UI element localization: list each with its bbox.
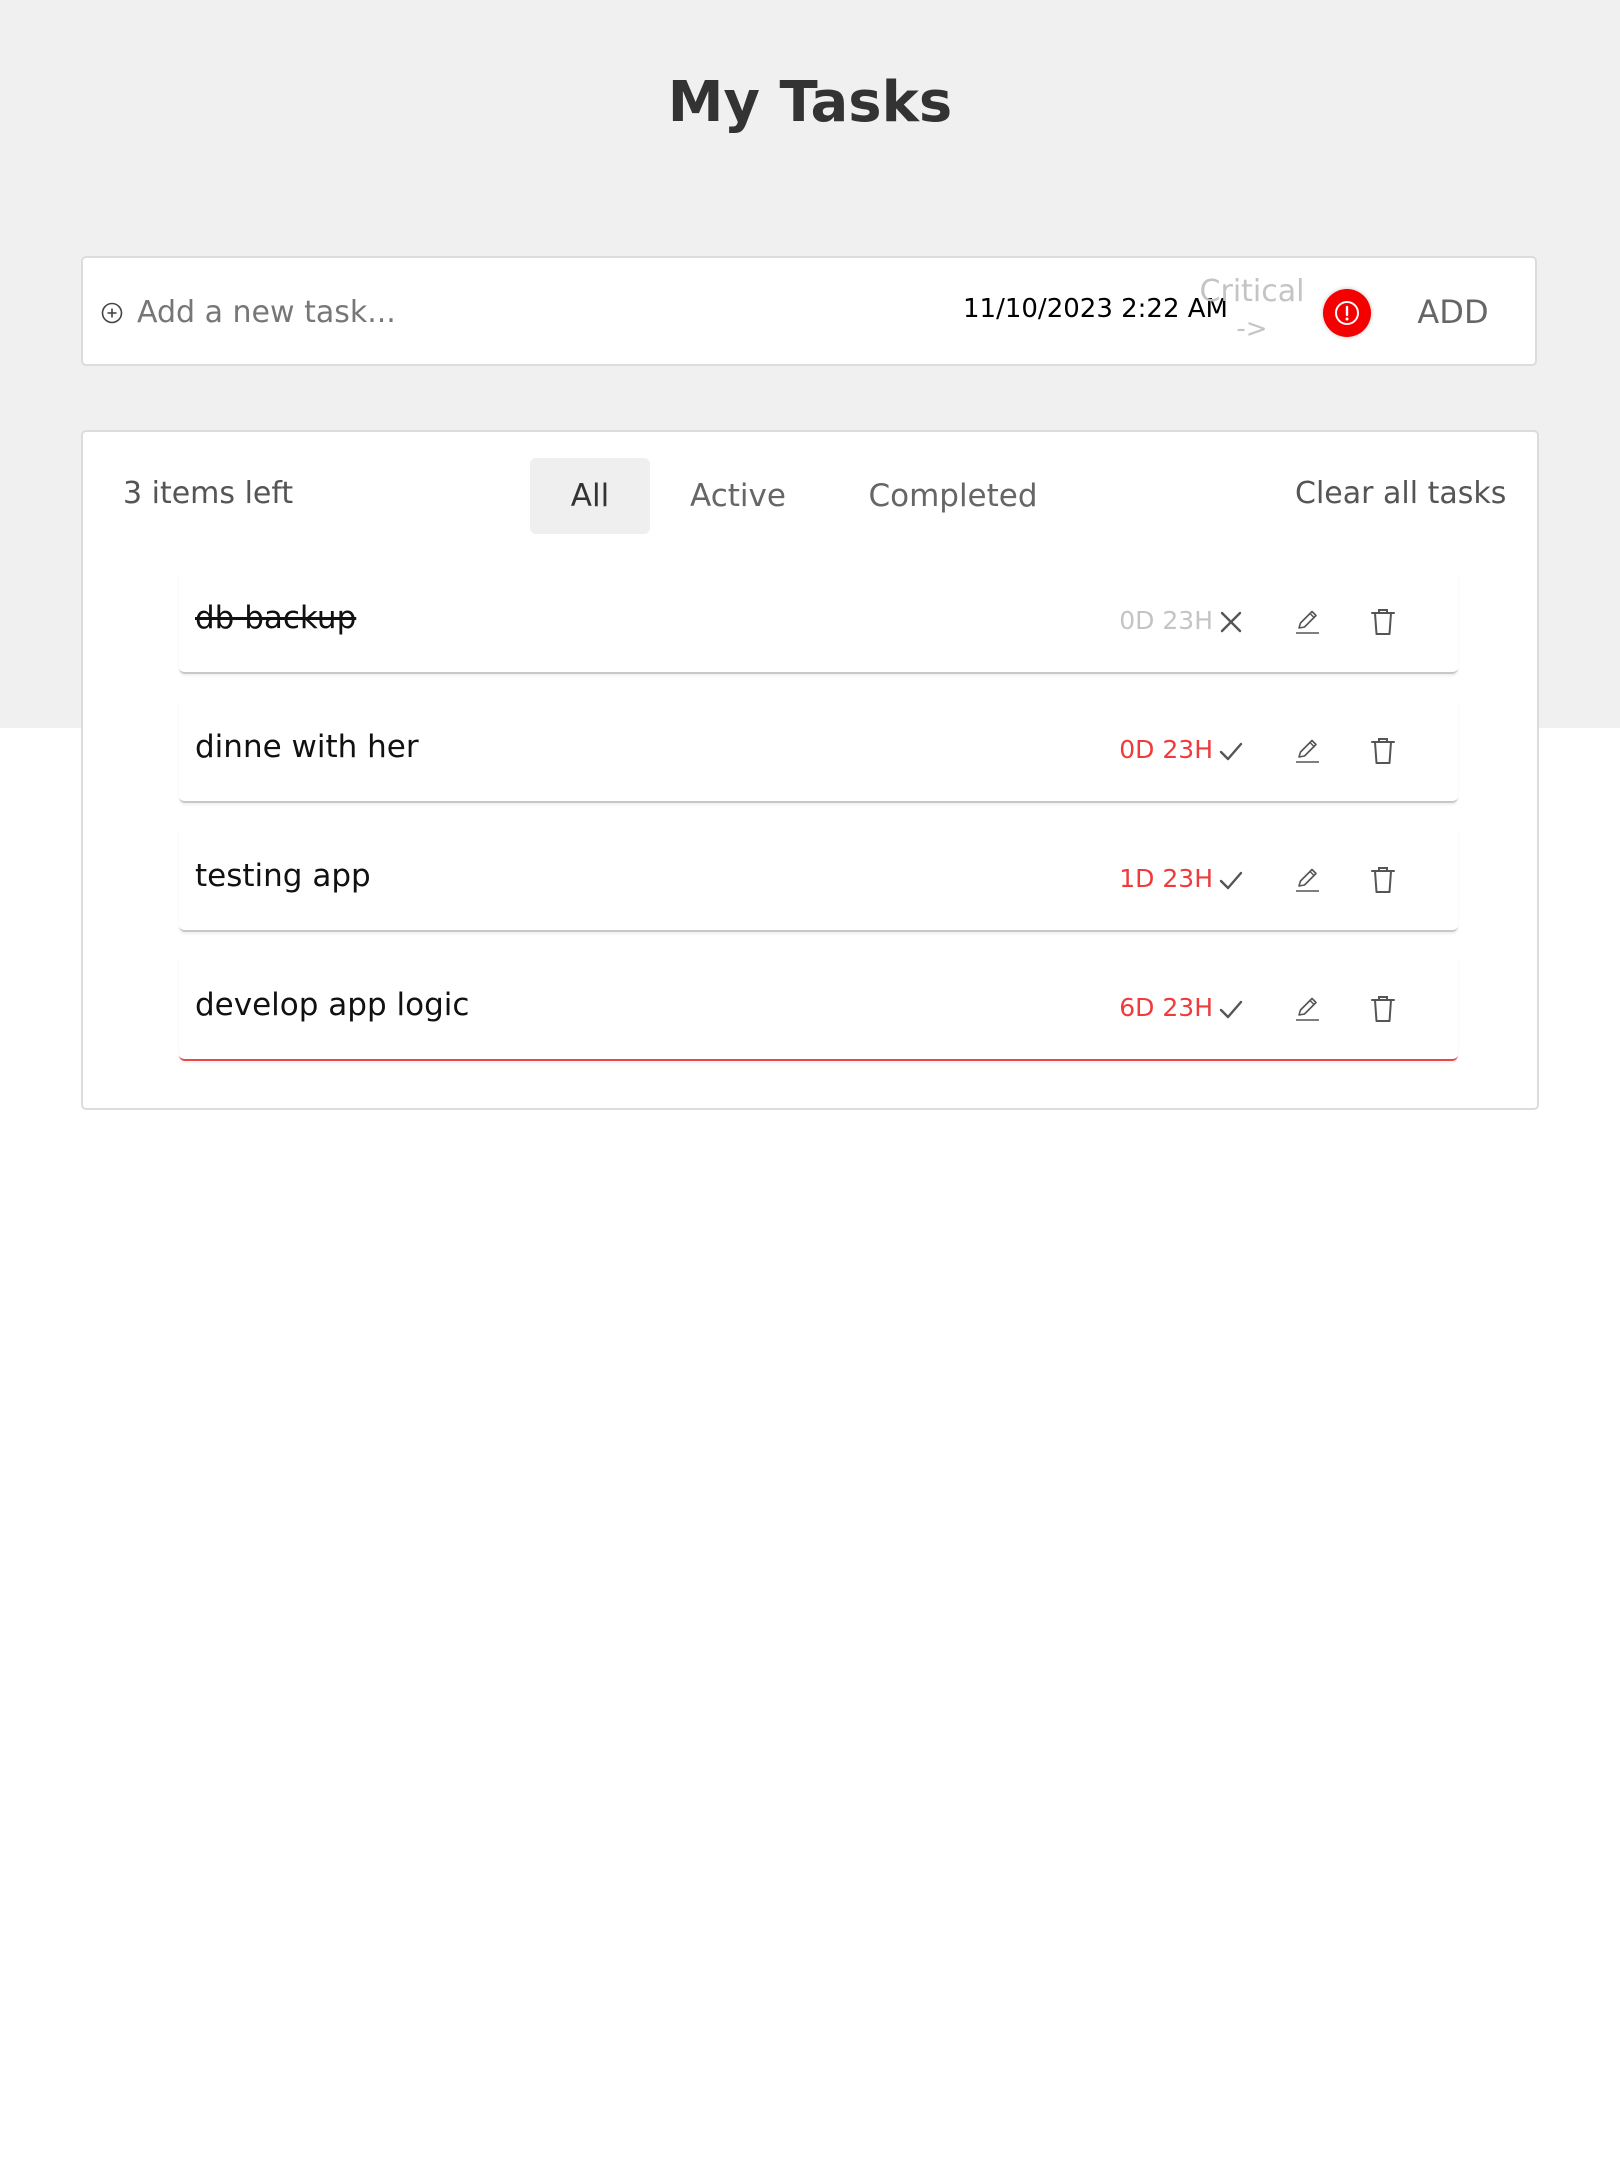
add-task-bar: 11/10/2023 2:22 AM Critical -> ADD (81, 256, 1537, 366)
filter-tab-active[interactable]: Active (663, 458, 813, 534)
trash-icon[interactable] (1363, 602, 1403, 642)
task-name: db backup (195, 600, 357, 636)
filter-tab-all[interactable]: All (530, 458, 650, 534)
new-task-input[interactable] (133, 282, 841, 342)
filter-tab-completed[interactable]: Completed (833, 458, 1073, 534)
task-row: develop app logic 6D 23H (179, 959, 1458, 1061)
trash-icon[interactable] (1363, 989, 1403, 1029)
task-row: db backup 0D 23H (179, 572, 1458, 674)
edit-icon[interactable] (1287, 731, 1327, 771)
items-left-counter: 3 items left (123, 476, 294, 511)
close-icon[interactable] (1211, 602, 1251, 642)
check-icon[interactable] (1211, 989, 1251, 1029)
task-row: testing app 1D 23H (179, 830, 1458, 932)
task-timer: 1D 23H (1119, 864, 1213, 893)
task-name: develop app logic (195, 987, 470, 1023)
task-timer: 6D 23H (1119, 993, 1213, 1022)
task-name: testing app (195, 858, 371, 894)
edit-icon[interactable] (1287, 860, 1327, 900)
critical-label: Critical (1199, 274, 1305, 309)
task-timer: 0D 23H (1119, 735, 1213, 764)
trash-icon[interactable] (1363, 731, 1403, 771)
task-panel: 3 items left All Active Completed Clear … (81, 430, 1539, 1110)
task-row: dinne with her 0D 23H (179, 701, 1458, 803)
critical-arrow: -> (1236, 314, 1268, 344)
check-icon[interactable] (1211, 731, 1251, 771)
edit-icon[interactable] (1287, 989, 1327, 1029)
add-button[interactable]: ADD (1383, 278, 1523, 346)
check-icon[interactable] (1211, 860, 1251, 900)
deadline-datetime[interactable]: 11/10/2023 2:22 AM (963, 294, 1228, 324)
trash-icon[interactable] (1363, 860, 1403, 900)
page-title: My Tasks (667, 70, 953, 135)
task-timer: 0D 23H (1119, 606, 1213, 635)
plus-circle-icon (101, 302, 123, 324)
critical-toggle-button[interactable] (1323, 289, 1371, 337)
task-name: dinne with her (195, 729, 419, 765)
clear-all-tasks-button[interactable]: Clear all tasks (1295, 476, 1506, 511)
edit-icon[interactable] (1287, 602, 1327, 642)
